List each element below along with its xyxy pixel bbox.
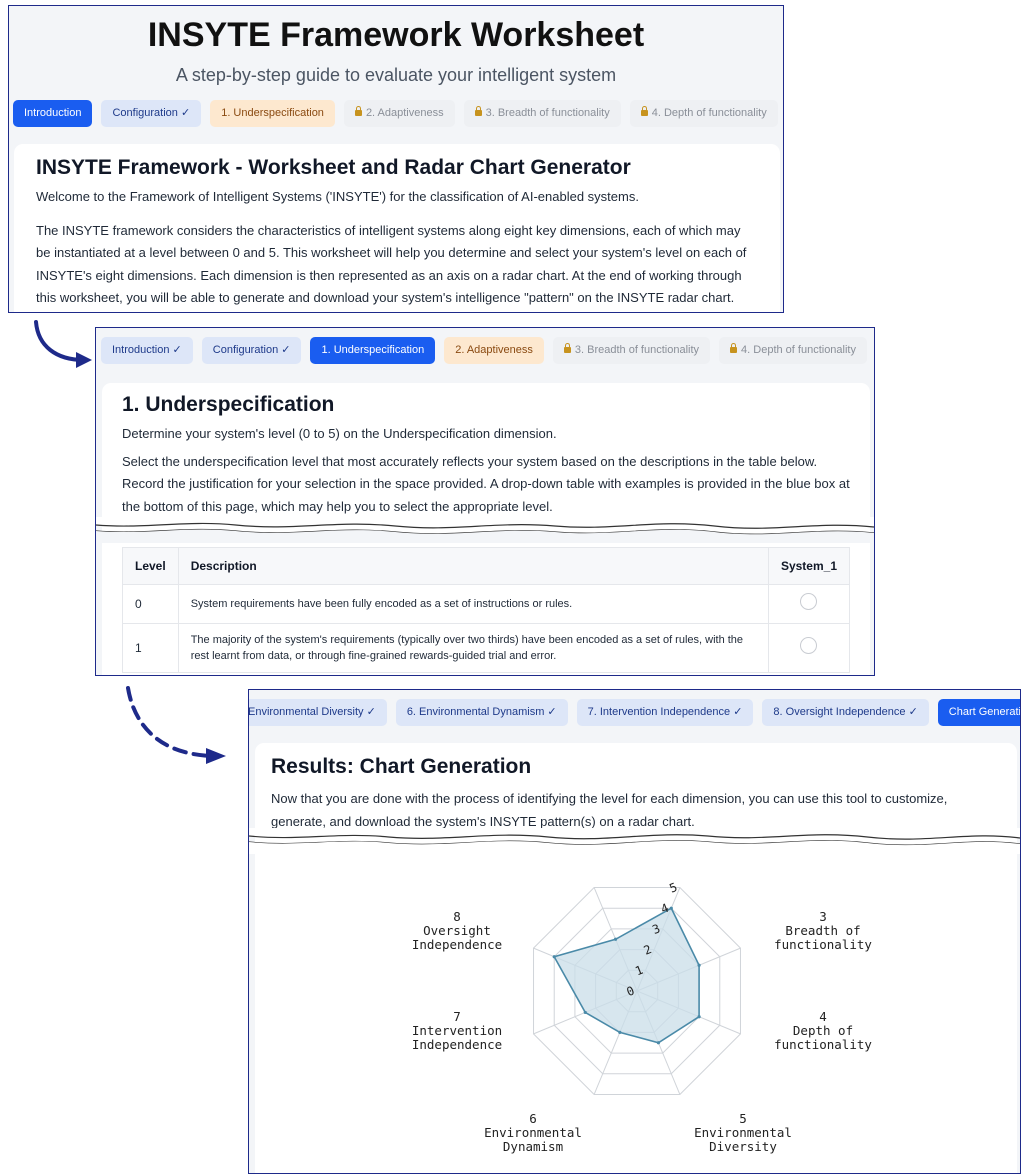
table-row: 0 System requirements have been fully en… — [122, 584, 851, 624]
underspec-intro: Determine your system's level (0 to 5) o… — [122, 426, 557, 441]
lock-icon — [640, 106, 648, 116]
tab-configuration[interactable]: Configuration ✓ — [101, 100, 202, 127]
level-table-wrapper: Level Description System_1 0 System requ… — [122, 547, 851, 673]
axis-label: Intervention — [412, 1023, 502, 1038]
chart-intro: Now that you are done with the process o… — [271, 791, 948, 829]
axis-label: Independence — [412, 937, 502, 952]
data-point — [552, 955, 556, 959]
axis-label: functionality — [774, 937, 872, 952]
flow-arrow-icon — [126, 686, 226, 764]
col-description: Description — [177, 547, 769, 585]
axis-number-label: 3 — [819, 909, 827, 924]
tab-introduction[interactable]: Introduction — [13, 100, 93, 127]
axis-label: Environmental — [484, 1125, 582, 1140]
tab-environmental-diversity[interactable]: Environmental Diversity ✓ — [249, 699, 387, 726]
data-point — [618, 1030, 622, 1034]
chart-card: Results: Chart Generation Now that you a… — [255, 743, 1017, 1173]
tab-oversight-independence[interactable]: 8. Oversight Independence ✓ — [762, 699, 929, 726]
axis-label: Environmental — [694, 1125, 792, 1140]
axis-number-label: 5 — [739, 1111, 747, 1126]
axis-label: Breadth of — [785, 923, 860, 938]
tab-adaptiveness[interactable]: 2. Adaptiveness — [343, 100, 455, 127]
table-row: 1 The majority of the system's requireme… — [122, 623, 851, 673]
axis-number-label: 4 — [819, 1009, 827, 1024]
step-tabs: Introduction ✓ Configuration ✓ 1. Unders… — [101, 337, 867, 364]
tab-depth[interactable]: 4. Depth of functionality — [719, 337, 867, 364]
data-point — [697, 1015, 701, 1019]
lock-icon — [474, 106, 482, 116]
flow-arrow-icon — [34, 320, 92, 368]
lock-icon — [354, 106, 362, 116]
step-tabs: Environmental Diversity ✓ 6. Environment… — [249, 699, 1020, 726]
tab-underspecification[interactable]: 1. Underspecification — [210, 100, 335, 127]
description-cell: System requirements have been fully enco… — [177, 584, 769, 624]
data-point — [697, 963, 701, 967]
tab-configuration[interactable]: Configuration ✓ — [201, 337, 302, 364]
axis-label: Dynamism — [503, 1139, 563, 1154]
series-area — [553, 907, 700, 1044]
page-title: INSYTE Framework Worksheet — [147, 16, 645, 54]
col-system: System_1 — [767, 547, 851, 585]
level-cell: 1 — [122, 623, 179, 673]
data-point — [669, 906, 673, 910]
page-subtitle: A step-by-step guide to evaluate your in… — [175, 65, 617, 85]
tab-breadth[interactable]: 3. Breadth of functionality — [552, 337, 711, 364]
card-title: 1. Underspecification — [122, 393, 335, 416]
axis-number-label: 7 — [453, 1009, 461, 1024]
axis-label: Diversity — [709, 1139, 777, 1154]
axis-number-label: 8 — [453, 909, 461, 924]
intro-card: INSYTE Framework - Worksheet and Radar C… — [14, 144, 780, 312]
level-table: Level Description System_1 0 System requ… — [122, 547, 851, 673]
tab-intervention-independence[interactable]: 7. Intervention Independence ✓ — [576, 699, 754, 726]
data-point — [613, 937, 618, 941]
level-radio[interactable] — [800, 637, 818, 654]
torn-edge — [96, 517, 874, 543]
underspec-instructions: Select the underspecification level that… — [122, 453, 850, 514]
intro-body: The INSYTE framework considers the chara… — [36, 222, 747, 306]
panel-introduction: INSYTE Framework Worksheet A step-by-ste… — [8, 5, 784, 313]
level-radio[interactable] — [800, 593, 818, 610]
data-point — [656, 1041, 661, 1045]
axis-label: Oversight — [423, 923, 491, 938]
tab-breadth[interactable]: 3. Breadth of functionality — [463, 100, 621, 127]
axis-label: functionality — [774, 1037, 872, 1052]
data-point — [583, 1010, 587, 1015]
panel-underspecification: Introduction ✓ Configuration ✓ 1. Unders… — [95, 327, 875, 676]
card-title: INSYTE Framework - Worksheet and Radar C… — [36, 156, 631, 179]
step-tabs: Introduction Configuration ✓ 1. Underspe… — [13, 100, 778, 127]
lock-icon — [563, 343, 571, 353]
welcome-text: Welcome to the Framework of Intelligent … — [36, 189, 639, 204]
lock-icon — [730, 343, 738, 353]
panel-chart-generation: Environmental Diversity ✓ 6. Environment… — [248, 689, 1021, 1174]
axis-number-label: 6 — [529, 1111, 537, 1126]
axis-label: Depth of — [793, 1023, 853, 1038]
description-cell: The majority of the system's requirement… — [177, 623, 769, 673]
tab-adaptiveness[interactable]: 2. Adaptiveness — [444, 337, 544, 364]
tab-chart-generation[interactable]: Chart Generation — [937, 699, 1020, 726]
col-level: Level — [122, 547, 179, 585]
axis-label: Independence — [412, 1037, 502, 1052]
torn-edge — [249, 828, 1020, 854]
radar-chart: 0123451Underspecification2Adaptiveness3B… — [412, 851, 873, 1154]
tab-environmental-dynamism[interactable]: 6. Environmental Dynamism ✓ — [395, 699, 568, 726]
tab-introduction[interactable]: Introduction ✓ — [101, 337, 193, 364]
tab-underspecification[interactable]: 1. Underspecification — [310, 337, 436, 364]
level-cell: 0 — [122, 584, 179, 624]
tab-depth[interactable]: 4. Depth of functionality — [629, 100, 778, 127]
card-title: Results: Chart Generation — [271, 755, 532, 778]
